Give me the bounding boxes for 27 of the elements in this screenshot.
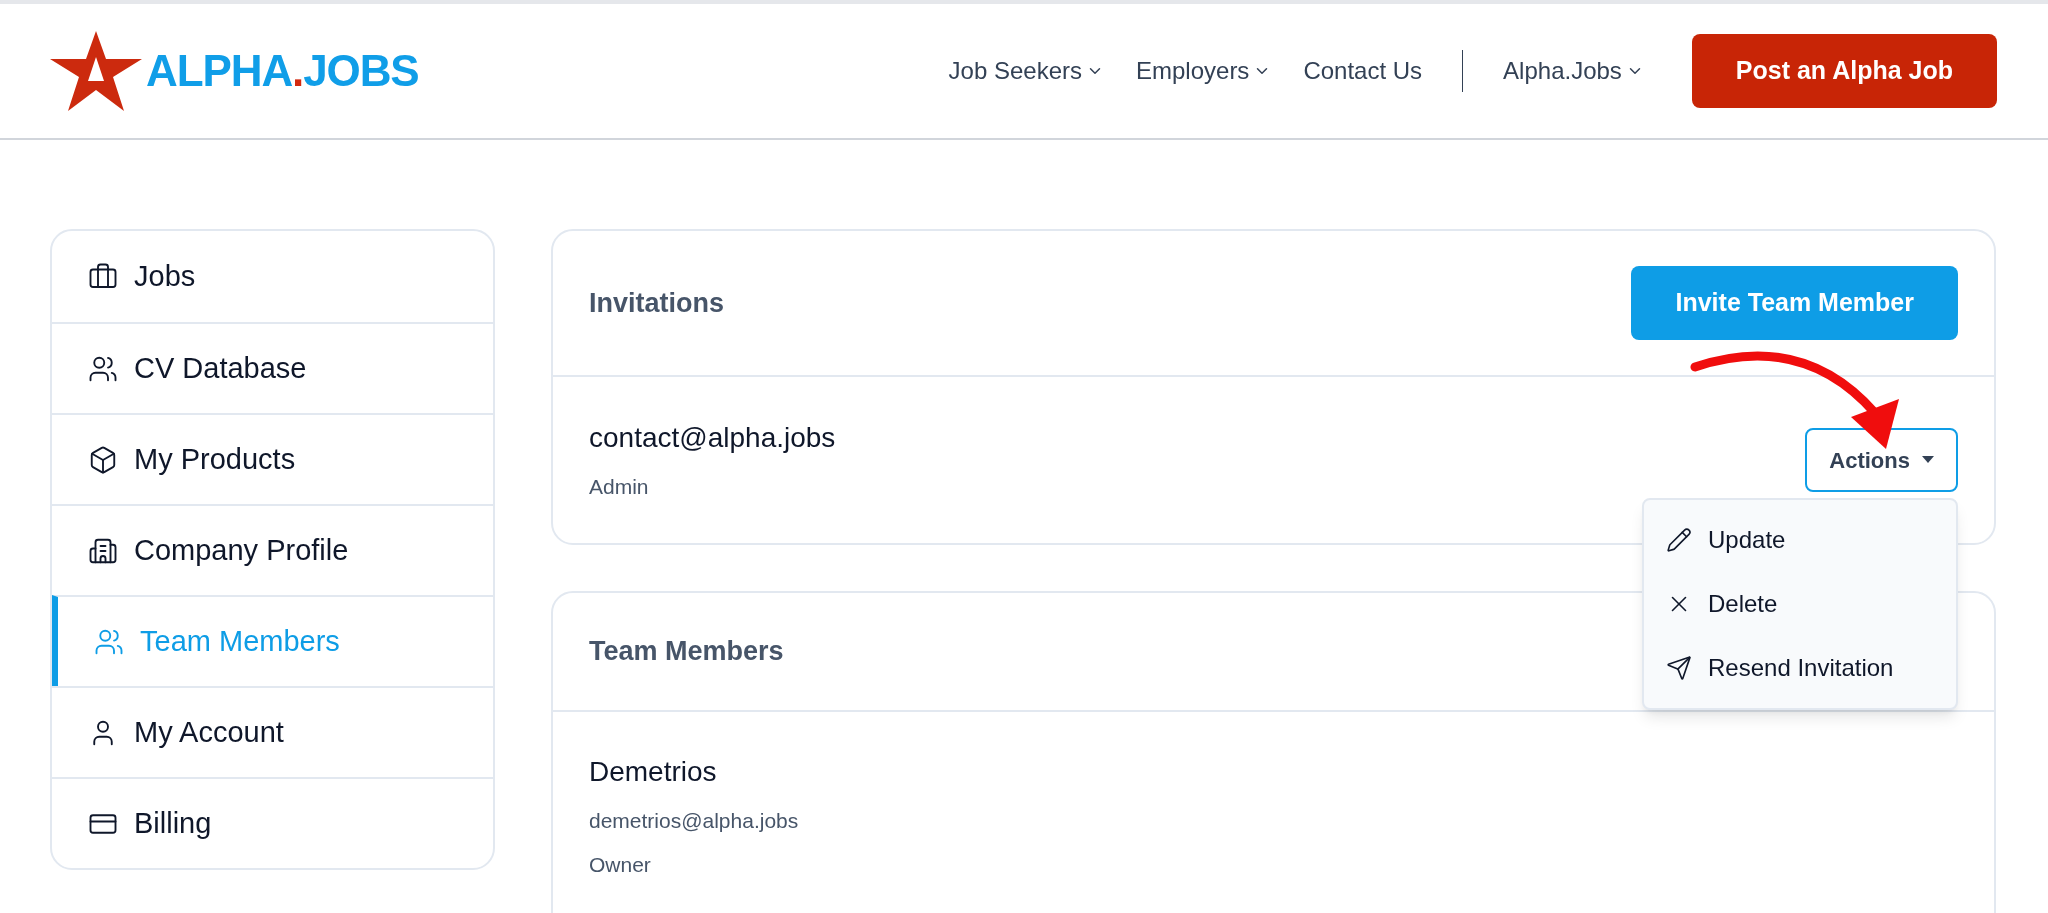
sidebar-item[interactable]: My Account [52, 686, 493, 777]
nav-link[interactable]: Alpha.Jobs [1487, 53, 1660, 89]
invite-email: contact@alpha.jobs [589, 421, 836, 456]
sidebar-item[interactable]: My Products [52, 413, 493, 504]
sidebar-item[interactable]: Company Profile [52, 504, 493, 595]
logo-text[interactable]: . [292, 49, 304, 93]
post-job-button[interactable]: Post an Alpha Job [1691, 34, 1997, 108]
sidebar-item[interactable]: Billing [52, 777, 493, 868]
caret-icon [1922, 456, 1934, 464]
nav-link[interactable]: Employers [1120, 53, 1288, 89]
nav-link[interactable]: Contact Us [1287, 53, 1439, 89]
pencil-icon [1666, 527, 1692, 553]
sidebar-item[interactable]: Jobs [52, 231, 493, 322]
invite-role: Admin [589, 474, 650, 501]
member-role: Owner [589, 851, 652, 878]
card-title: Invitations [589, 286, 724, 320]
star-logo-icon [50, 31, 142, 111]
box-icon [88, 444, 118, 475]
menu-item[interactable]: Update [1644, 508, 1956, 572]
menu-item[interactable]: Resend Invitation [1644, 636, 1956, 700]
paper-plane-icon [1666, 655, 1692, 681]
menu-item[interactable]: Delete [1644, 572, 1956, 636]
sidebar-item[interactable]: CV Database [52, 322, 493, 413]
card-title: Team Members [589, 635, 784, 669]
nav-link[interactable]: Job Seekers [932, 53, 1120, 89]
member-name: Demetrios [589, 755, 718, 789]
member-email: demetrios@alpha.jobs [589, 808, 800, 834]
